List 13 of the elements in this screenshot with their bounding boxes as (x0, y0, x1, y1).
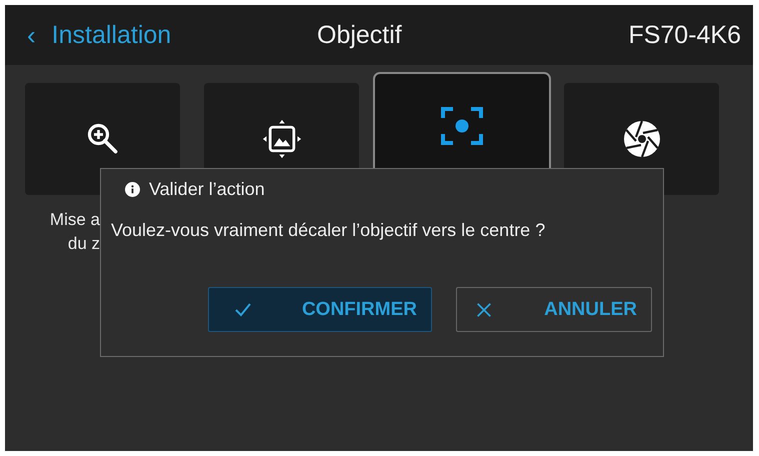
focus-target-icon (440, 104, 484, 148)
image-arrows-icon (262, 119, 302, 159)
dialog-message: Voulez-vous vraiment décaler l’objectif vers le centre ? (111, 220, 546, 241)
aperture-icon (622, 119, 662, 159)
tile-label: Mise a du z (48, 209, 100, 255)
dialog-title: Valider l’action (149, 179, 265, 200)
info-icon (125, 182, 140, 197)
cancel-button[interactable]: ANNULER (456, 287, 652, 332)
screen-title: Objectif (317, 20, 403, 50)
close-icon (475, 300, 493, 318)
device-name: FS70-4K6 (628, 20, 741, 50)
confirm-button[interactable]: CONFIRMER (208, 287, 432, 332)
back-button[interactable]: ‹ Installation (27, 20, 317, 50)
